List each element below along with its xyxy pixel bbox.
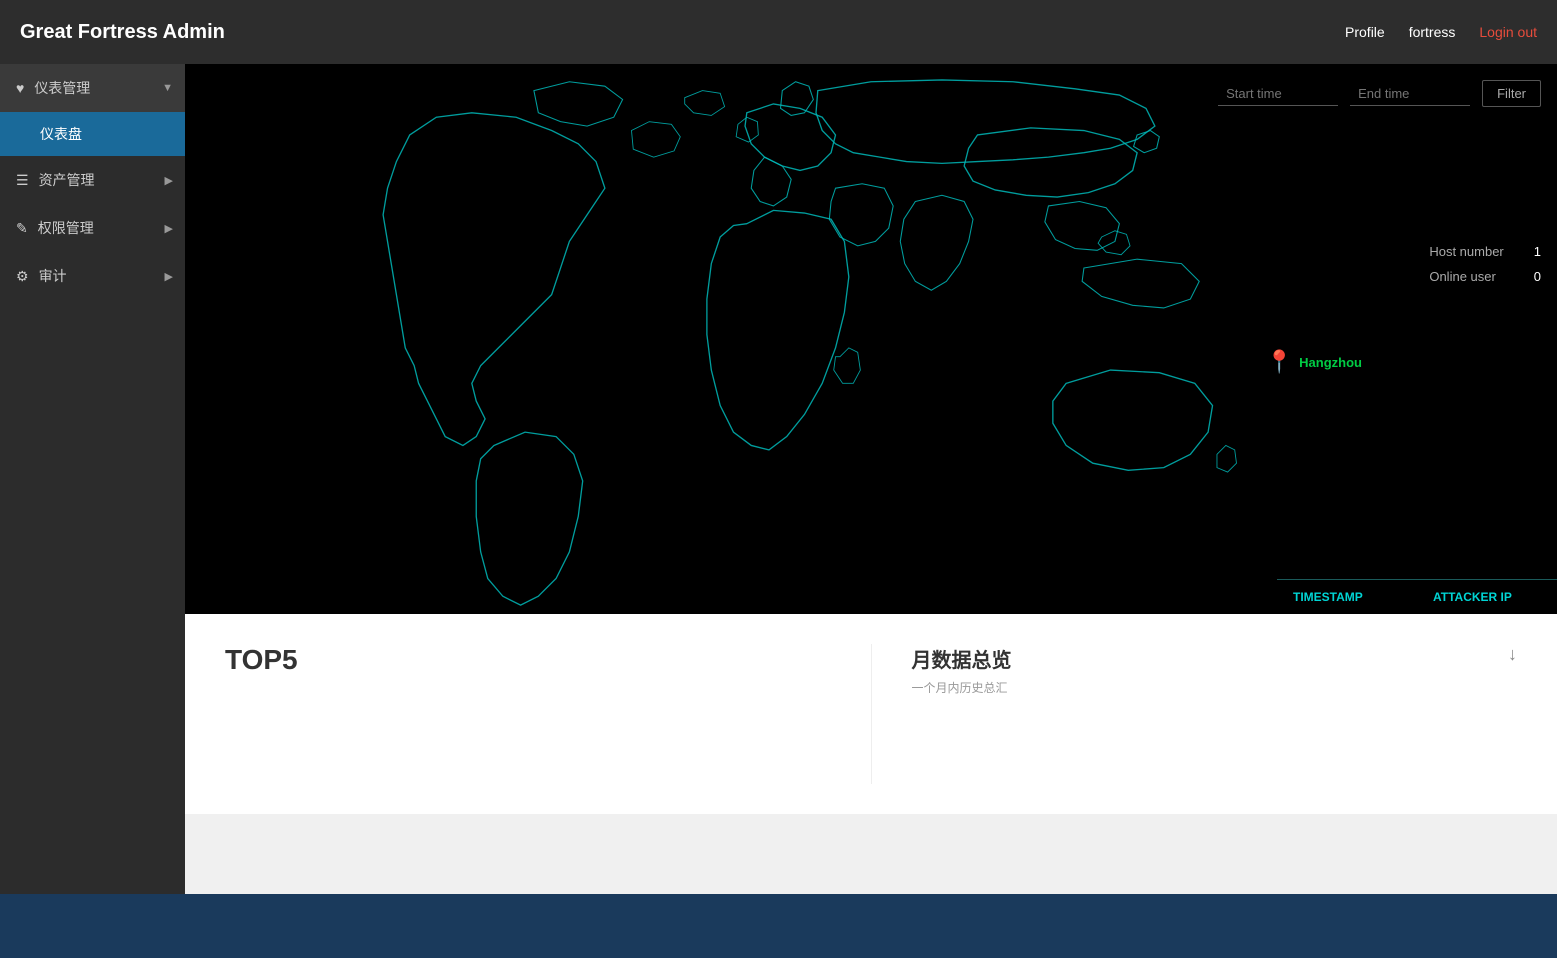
navbar-links: Profile fortress Login out	[1345, 24, 1537, 40]
sidebar-sub-item-dashboard[interactable]: 仪表盘	[0, 112, 185, 156]
chevron-right-icon-3: ▶	[165, 270, 173, 283]
online-user-label: Online user	[1429, 269, 1495, 284]
location-pin-icon: 📍	[1266, 349, 1293, 375]
map-table-header: TIMESTAMP ATTACKER IP	[1277, 579, 1557, 614]
list-icon: ☰	[16, 172, 29, 189]
profile-link[interactable]: Profile	[1345, 24, 1385, 40]
map-stats: Host number 1 Online user 0	[1429, 244, 1541, 294]
bottom-section: TOP5 ↓ 月数据总览 一个月内历史总汇	[185, 614, 1557, 814]
monthly-title: 月数据总览	[912, 644, 1518, 673]
gear-icon: ⚙	[16, 268, 29, 285]
monthly-section: ↓ 月数据总览 一个月内历史总汇	[871, 644, 1518, 784]
filter-button[interactable]: Filter	[1482, 80, 1541, 107]
host-number-label: Host number	[1429, 244, 1503, 259]
sidebar-item-permission-manage[interactable]: ✎ 权限管理 ▶	[0, 204, 185, 252]
content-area: Filter Host number 1 Online user 0 📍 Han…	[185, 64, 1557, 894]
app-title: Great Fortress Admin	[20, 21, 1345, 44]
pencil-icon: ✎	[16, 220, 28, 237]
sidebar-sub-item-label: 仪表盘	[40, 124, 82, 144]
location-name: Hangzhou	[1299, 355, 1362, 370]
host-number-row: Host number 1	[1429, 244, 1541, 259]
navbar: Great Fortress Admin Profile fortress Lo…	[0, 0, 1557, 64]
sidebar-item-audit[interactable]: ⚙ 审计 ▶	[0, 252, 185, 300]
heart-icon: ♥	[16, 80, 24, 96]
start-time-input[interactable]	[1218, 82, 1338, 106]
sidebar-item-label: 仪表管理	[34, 78, 90, 98]
sidebar-item-dashboard-manage[interactable]: ♥ 仪表管理 ▼	[0, 64, 185, 112]
top5-section: TOP5	[225, 644, 831, 784]
end-time-input[interactable]	[1350, 82, 1470, 106]
timestamp-col-header: TIMESTAMP	[1277, 579, 1417, 614]
sidebar-item-label: 权限管理	[38, 218, 94, 238]
host-number-value: 1	[1534, 244, 1541, 259]
sidebar-item-label: 资产管理	[39, 170, 95, 190]
sidebar-item-label: 审计	[39, 266, 67, 286]
chevron-right-icon: ▶	[165, 174, 173, 187]
top5-title: TOP5	[225, 644, 831, 676]
online-user-row: Online user 0	[1429, 269, 1541, 284]
sidebar-item-asset-manage[interactable]: ☰ 资产管理 ▶	[0, 156, 185, 204]
world-map	[185, 64, 1557, 614]
chevron-down-icon: ▼	[162, 82, 173, 94]
location-pin: 📍 Hangzhou	[1266, 349, 1362, 375]
monthly-subtitle: 一个月内历史总汇	[912, 679, 1518, 696]
fortress-link[interactable]: fortress	[1409, 24, 1456, 40]
sidebar: ♥ 仪表管理 ▼ 仪表盘 ☰ 资产管理 ▶ ✎ 权限管理 ▶ ⚙ 审计 ▶	[0, 64, 185, 894]
map-controls: Filter	[1218, 80, 1541, 107]
map-section: Filter Host number 1 Online user 0 📍 Han…	[185, 64, 1557, 614]
online-user-value: 0	[1534, 269, 1541, 284]
main-layout: ♥ 仪表管理 ▼ 仪表盘 ☰ 资产管理 ▶ ✎ 权限管理 ▶ ⚙ 审计 ▶	[0, 64, 1557, 894]
chevron-right-icon-2: ▶	[165, 222, 173, 235]
logout-link[interactable]: Login out	[1479, 24, 1537, 40]
download-icon[interactable]: ↓	[1508, 644, 1517, 665]
attacker-ip-col-header: ATTACKER IP	[1417, 579, 1557, 614]
